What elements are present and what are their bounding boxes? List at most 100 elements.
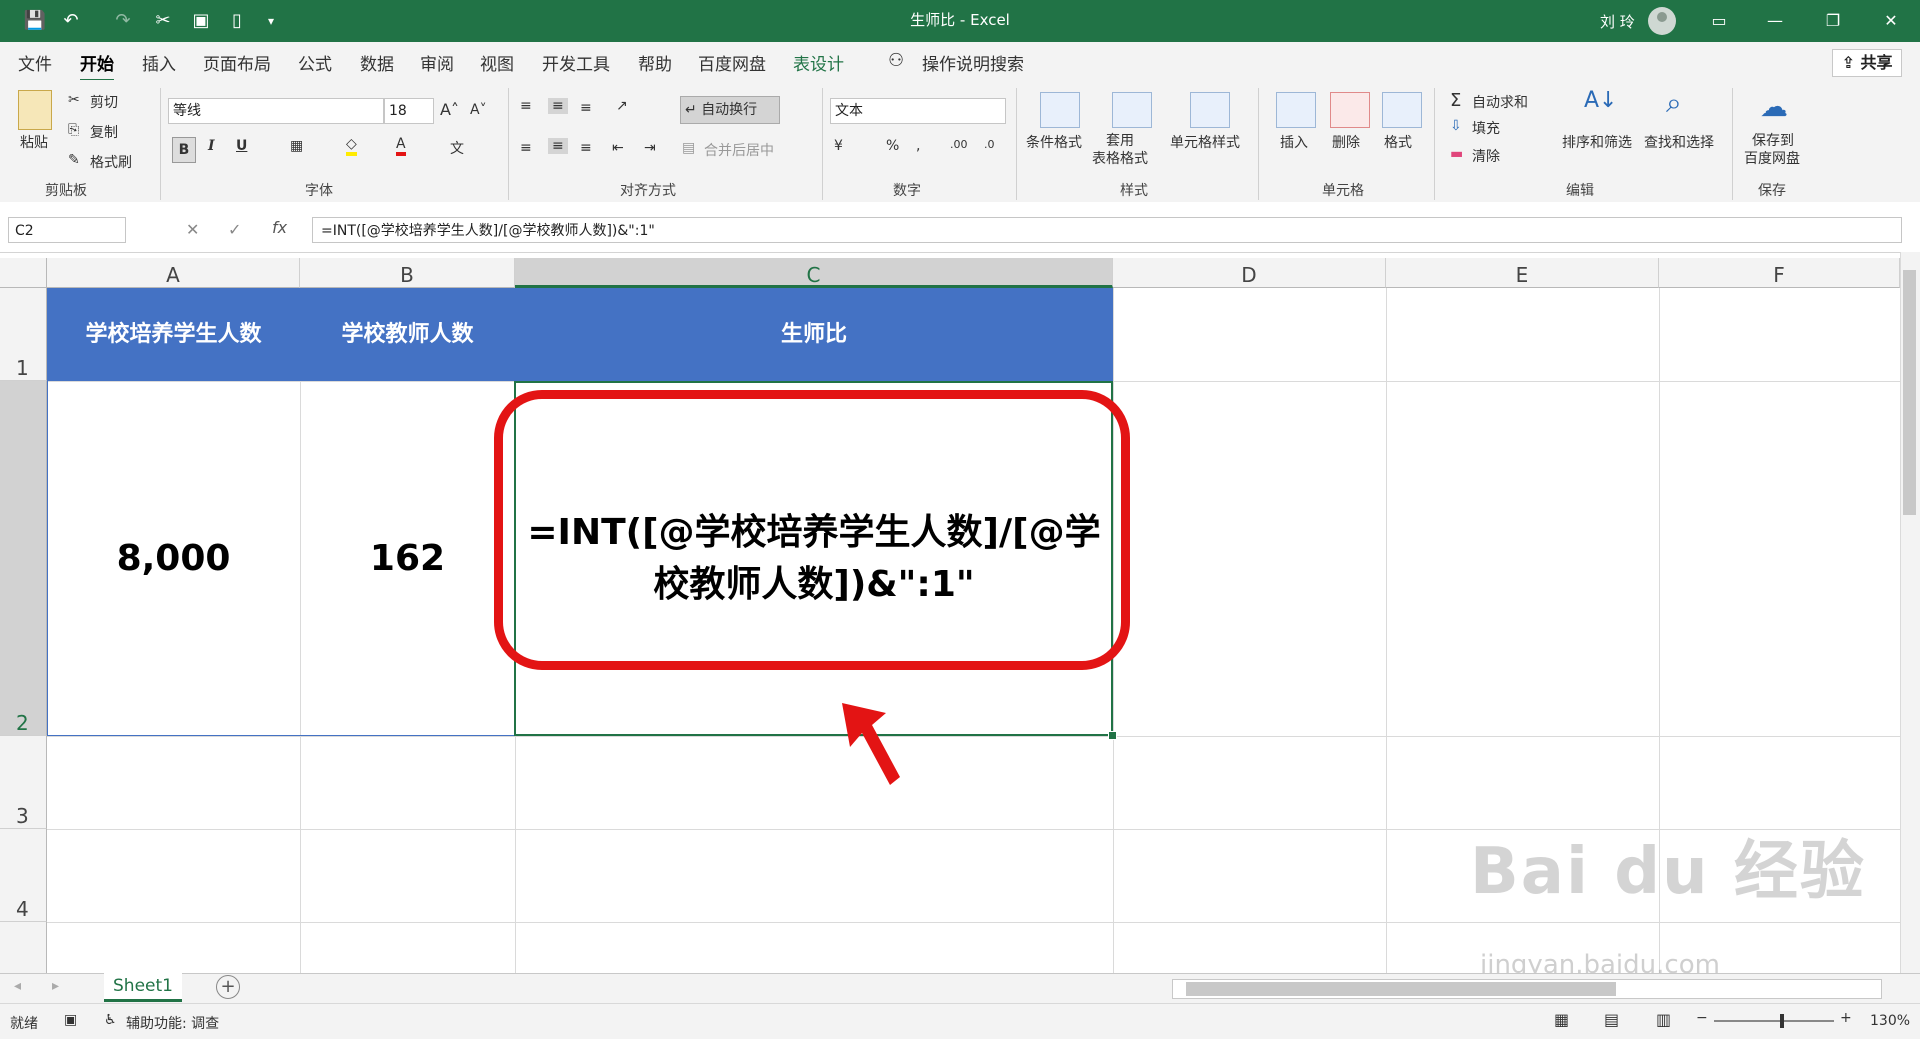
share-button[interactable]: ⇪ 共享 (1832, 49, 1902, 77)
currency-icon[interactable]: ¥ (834, 138, 843, 154)
sort-filter-button[interactable]: 排序和筛选 (1562, 132, 1632, 152)
next-sheet-icon[interactable]: ▸ (52, 978, 59, 994)
zoom-slider[interactable] (1714, 1020, 1834, 1022)
italic-button[interactable]: I (208, 138, 215, 154)
align-top-icon[interactable]: ≡ (520, 98, 532, 114)
accessibility-icon[interactable]: ♿ (104, 1012, 117, 1028)
borders-icon[interactable]: ▦ (290, 138, 303, 154)
enter-icon[interactable]: ✓ (228, 220, 241, 239)
row-header-2[interactable]: 2 (0, 381, 47, 736)
macro-record-icon[interactable]: ▣ (64, 1012, 77, 1028)
page-layout-view-icon[interactable]: ▤ (1604, 1010, 1619, 1029)
autosum-icon[interactable]: Σ (1450, 90, 1461, 111)
conditional-format-button[interactable]: 条件格式 (1026, 132, 1082, 152)
vertical-scrollbar-thumb[interactable] (1903, 270, 1916, 515)
tab-insert[interactable]: 插入 (142, 50, 176, 75)
cell-b2[interactable]: 162 (300, 381, 515, 736)
delete-cells-icon[interactable] (1330, 92, 1370, 128)
page-break-view-icon[interactable]: ▥ (1656, 1010, 1671, 1029)
sheet-tab-sheet1[interactable]: Sheet1 (104, 972, 182, 1002)
tab-page-layout[interactable]: 页面布局 (203, 50, 271, 75)
paste-button[interactable]: 粘贴 (20, 132, 48, 152)
tab-home[interactable]: 开始 (80, 50, 114, 82)
tab-formulas[interactable]: 公式 (298, 50, 332, 75)
decrease-decimal-icon[interactable]: .0 (984, 138, 995, 151)
wrap-text-button[interactable]: ↵ 自动换行 (680, 96, 780, 124)
find-select-icon[interactable]: ⌕ (1666, 86, 1682, 120)
column-header-e[interactable]: E (1386, 258, 1659, 288)
avatar[interactable] (1648, 7, 1676, 35)
ribbon-display-icon[interactable]: ▭ (1704, 8, 1734, 34)
prev-sheet-icon[interactable]: ◂ (14, 978, 21, 994)
comma-icon[interactable]: , (916, 138, 920, 154)
column-header-c[interactable]: C (515, 258, 1113, 288)
row-header-4[interactable]: 4 (0, 829, 47, 922)
orientation-icon[interactable]: ↗ (616, 98, 628, 114)
copy-button[interactable]: 复制 (90, 122, 118, 142)
add-sheet-icon[interactable]: + (216, 975, 240, 999)
column-header-f[interactable]: F (1659, 258, 1900, 288)
save-to-baidu-label2[interactable]: 百度网盘 (1744, 148, 1800, 168)
percent-button[interactable]: % (886, 138, 899, 154)
merge-center-button[interactable]: 合并后居中 (704, 140, 774, 160)
minimize-icon[interactable]: — (1760, 8, 1790, 34)
align-right-icon[interactable]: ≡ (580, 140, 592, 156)
zoom-slider-thumb[interactable] (1780, 1014, 1784, 1028)
cell-a2[interactable]: 8,000 (47, 381, 300, 736)
tell-me-search[interactable]: 操作说明搜索 (922, 50, 1024, 75)
insert-cells-button[interactable]: 插入 (1280, 132, 1308, 152)
row-header-3[interactable]: 3 (0, 736, 47, 829)
column-header-d[interactable]: D (1113, 258, 1386, 288)
increase-decimal-icon[interactable]: .00 (950, 138, 968, 151)
font-name-select[interactable]: 等线 (168, 98, 384, 124)
save-to-baidu-label1[interactable]: 保存到 (1752, 130, 1794, 150)
align-bottom-icon[interactable]: ≡ (580, 100, 592, 116)
find-select-button[interactable]: 查找和选择 (1644, 132, 1714, 152)
format-as-table-button[interactable]: 套用 表格格式 (1092, 132, 1148, 168)
row-header-5[interactable] (0, 922, 47, 973)
accessibility-status[interactable]: 辅助功能: 调查 (126, 1013, 219, 1033)
copy-icon[interactable]: ⎘ (68, 122, 79, 138)
align-center-icon[interactable]: ≡ (548, 138, 568, 154)
cell-b1-header[interactable]: 学校教师人数 (300, 288, 515, 381)
decrease-indent-icon[interactable]: ⇤ (612, 140, 624, 156)
clear-button[interactable]: 清除 (1472, 146, 1500, 166)
bold-button[interactable]: B (172, 137, 196, 163)
fill-color-icon[interactable]: ◇ (346, 136, 357, 156)
zoom-level[interactable]: 130% (1870, 1013, 1910, 1029)
tab-data[interactable]: 数据 (360, 50, 394, 75)
merge-center-icon[interactable]: ▤ (682, 140, 695, 156)
cell-c1-header[interactable]: 生师比 (515, 288, 1113, 381)
user-name[interactable]: 刘 玲 (1600, 11, 1635, 32)
row-header-1[interactable]: 1 (0, 288, 47, 381)
tab-view[interactable]: 视图 (480, 50, 514, 75)
phonetic-icon[interactable]: 文 (450, 138, 464, 158)
number-format-select[interactable]: 文本 (830, 98, 1006, 124)
format-cells-button[interactable]: 格式 (1384, 132, 1412, 152)
underline-button[interactable]: U (236, 138, 247, 154)
format-cells-icon[interactable] (1382, 92, 1422, 128)
tab-developer[interactable]: 开发工具 (542, 50, 610, 75)
column-header-b[interactable]: B (300, 258, 515, 288)
increase-font-icon[interactable]: A˄ (440, 100, 459, 119)
insert-function-button[interactable]: fx (272, 218, 287, 237)
cell-a1-header[interactable]: 学校培养学生人数 (47, 288, 300, 381)
font-color-icon[interactable]: A (396, 136, 406, 156)
name-box[interactable]: C2 (8, 217, 126, 243)
tab-table-design[interactable]: 表设计 (793, 50, 844, 75)
insert-cells-icon[interactable] (1276, 92, 1316, 128)
horizontal-scrollbar-thumb[interactable] (1186, 982, 1616, 996)
restore-icon[interactable]: ❐ (1818, 8, 1848, 34)
tab-review[interactable]: 审阅 (420, 50, 454, 75)
cell-styles-icon[interactable] (1190, 92, 1230, 128)
fill-icon[interactable]: ⇩ (1450, 118, 1462, 134)
clear-icon[interactable]: ▬ (1450, 146, 1463, 162)
cut-button[interactable]: 剪切 (90, 92, 118, 112)
autosum-button[interactable]: 自动求和 (1472, 92, 1528, 112)
tab-baidu-netdisk[interactable]: 百度网盘 (698, 50, 766, 75)
conditional-format-icon[interactable] (1040, 92, 1080, 128)
zoom-out-icon[interactable]: − (1696, 1010, 1708, 1026)
fill-button[interactable]: 填充 (1472, 118, 1500, 138)
select-all-corner[interactable] (0, 258, 47, 288)
column-header-a[interactable]: A (47, 258, 300, 288)
